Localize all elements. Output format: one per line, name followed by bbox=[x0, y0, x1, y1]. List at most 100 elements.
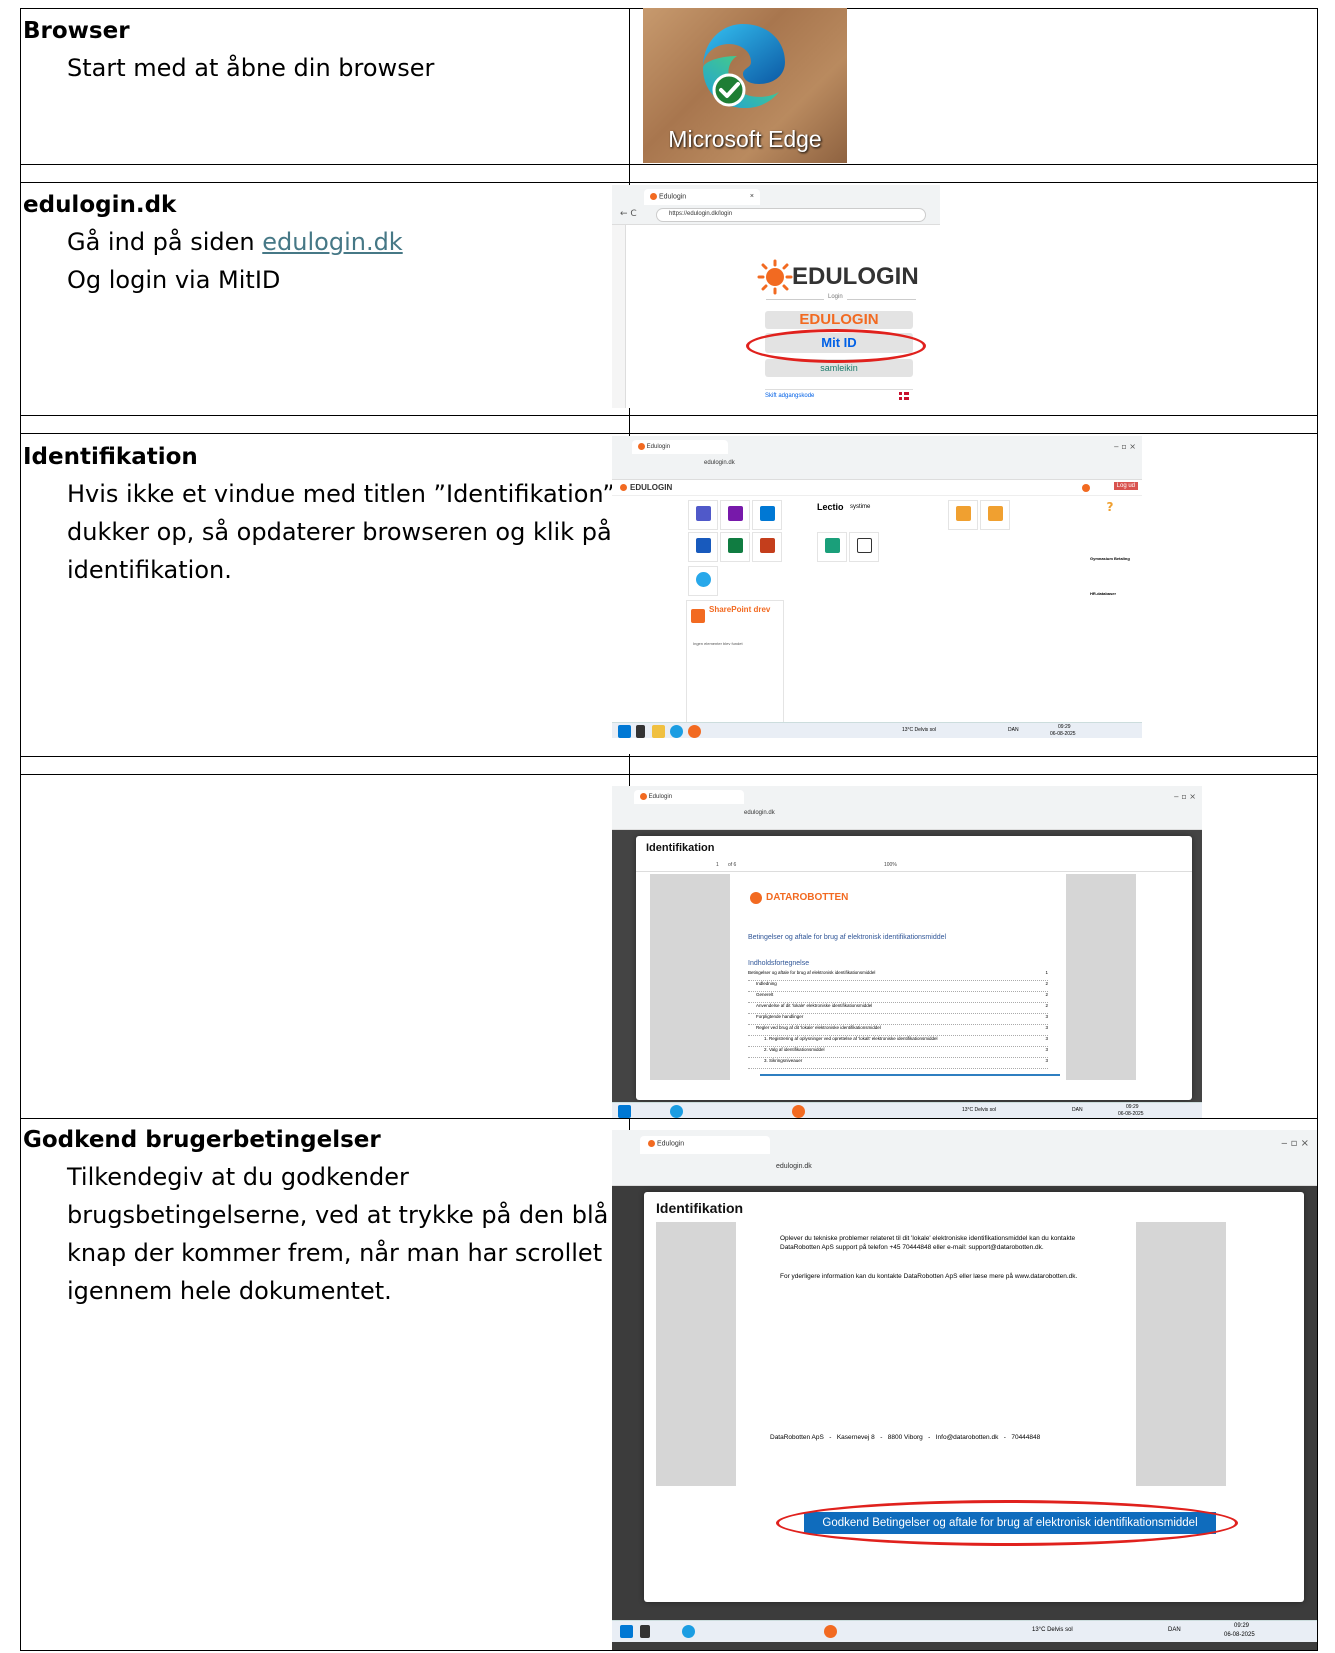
powerpoint-tile[interactable] bbox=[752, 532, 782, 562]
help-icon[interactable]: ? bbox=[1090, 500, 1130, 514]
window-controls-icon[interactable]: ‒ ▫ × bbox=[1174, 792, 1196, 801]
close-tab-icon[interactable]: × bbox=[750, 193, 754, 200]
lectio-tile[interactable]: Lectio bbox=[817, 502, 844, 512]
pdf-gutter-left bbox=[650, 874, 730, 1080]
edulogin-favicon bbox=[640, 793, 647, 800]
info-paragraph: For yderligere information kan du kontak… bbox=[780, 1273, 1078, 1280]
step-body-text: Og login via MitID bbox=[67, 266, 281, 294]
search-icon[interactable] bbox=[636, 725, 645, 738]
onedrive-tile[interactable] bbox=[688, 566, 718, 596]
step-title: Godkend brugerbetingelser bbox=[23, 1127, 381, 1153]
change-password-link[interactable]: Skift adgangskode bbox=[765, 393, 814, 399]
browser-tab[interactable]: Edulogin bbox=[640, 1136, 770, 1154]
outlook-tile[interactable] bbox=[752, 500, 782, 530]
search-icon[interactable] bbox=[640, 1625, 650, 1638]
accept-terms-screenshot: Edulogin edulogin.dk ‒ ▫ × Identifikatio… bbox=[612, 1130, 1317, 1650]
word-tile[interactable] bbox=[688, 532, 718, 562]
language-indicator[interactable]: DAN bbox=[1008, 727, 1019, 733]
firefox-icon[interactable] bbox=[792, 1105, 805, 1118]
toc-entry[interactable]: Betingelser og aftale for brug af elektr… bbox=[748, 970, 1048, 981]
gymnasium-betaling-link[interactable]: Gymnasium Betaling bbox=[1090, 556, 1130, 561]
identifikation-pdf-screenshot: Edulogin edulogin.dk ‒ ▫ × Identifikatio… bbox=[612, 786, 1202, 1118]
explorer-icon[interactable] bbox=[652, 725, 665, 738]
people-tile[interactable] bbox=[948, 500, 978, 530]
address-bar[interactable]: edulogin.dk bbox=[762, 1160, 1102, 1176]
step-body: Tilkendegiv at du godkender brugsbetinge… bbox=[67, 1163, 609, 1305]
logout-button[interactable]: Log ud bbox=[1113, 482, 1138, 490]
danish-flag-icon[interactable] bbox=[899, 392, 909, 400]
toc-entry-title: 2. Valg af identifikationsmiddel bbox=[764, 1047, 825, 1052]
start-icon[interactable] bbox=[620, 1625, 633, 1638]
edulogin-login-screenshot: Edulogin × ← C https://edulogin.dk/login… bbox=[612, 185, 940, 408]
language-indicator[interactable]: DAN bbox=[1072, 1107, 1083, 1113]
pdf-toolbar: 1 of 6 100% bbox=[636, 860, 1192, 872]
windows-taskbar: 13°C Delvis sol DAN 09:29 06-08-2025 bbox=[612, 1620, 1317, 1642]
window-controls-icon[interactable]: ‒ ▫ × bbox=[1114, 442, 1136, 451]
tab-title: Edulogin bbox=[646, 444, 671, 451]
toc-entry-title: Forpligtende handlinger bbox=[756, 1014, 804, 1019]
step-godkend: Godkend brugerbetingelser Tilkendegiv at… bbox=[23, 1124, 623, 1310]
toc-entry[interactable]: Generelt 2 bbox=[748, 992, 1048, 1003]
step-body: Gå ind på siden edulogin.dk Og login via… bbox=[23, 221, 623, 299]
window-controls-icon[interactable]: ‒ ▫ × bbox=[1281, 1138, 1309, 1149]
edulogin-login-button[interactable]: EDULOGIN bbox=[765, 311, 913, 329]
page-number-input[interactable]: 1 bbox=[716, 862, 719, 868]
address-bar[interactable]: https://edulogin.dk/login bbox=[656, 208, 926, 222]
edge-taskbar-icon[interactable] bbox=[670, 1105, 683, 1118]
address-bar[interactable]: edulogin.dk bbox=[732, 808, 1032, 821]
support-paragraph: Oplever du tekniske problemer relateret … bbox=[780, 1235, 1076, 1251]
address-bar[interactable]: edulogin.dk bbox=[692, 458, 992, 471]
firefox-icon[interactable] bbox=[824, 1625, 837, 1638]
company-footer: DataRobotten ApS - Kasernevej 8 - 8800 V… bbox=[770, 1434, 1041, 1441]
app-tile[interactable] bbox=[849, 532, 879, 562]
toc-entry-page: 3 bbox=[1043, 1036, 1048, 1041]
step-title: Identifikation bbox=[23, 444, 198, 470]
toc-entry[interactable]: 3. Sikringsniveauer 3 bbox=[748, 1058, 1048, 1069]
start-icon[interactable] bbox=[618, 725, 631, 738]
page-count: of 6 bbox=[728, 862, 737, 868]
sharepoint-card[interactable]: SharePoint drev Ingen elementer blev fun… bbox=[686, 600, 784, 724]
firefox-icon[interactable] bbox=[688, 725, 701, 738]
browser-tab[interactable]: Edulogin × bbox=[644, 189, 760, 205]
browser-tab[interactable]: Edulogin bbox=[632, 440, 728, 454]
footer-divider bbox=[765, 389, 913, 390]
toc-entry[interactable]: Indledning 2 bbox=[748, 981, 1048, 992]
weather-status[interactable]: 13°C Delvis sol bbox=[902, 727, 936, 733]
row-divider bbox=[21, 164, 1317, 165]
edge-taskbar-icon[interactable] bbox=[670, 725, 683, 738]
excel-tile[interactable] bbox=[720, 532, 750, 562]
sharepoint-label: SharePoint drev bbox=[709, 605, 771, 614]
toc-entry[interactable]: Regler ved brug af dit 'lokale' elektron… bbox=[748, 1025, 1048, 1036]
people-tile[interactable] bbox=[980, 500, 1010, 530]
systime-tile[interactable]: systime bbox=[850, 504, 870, 510]
toc-entry-page: 3 bbox=[1043, 1025, 1048, 1030]
app-tile[interactable] bbox=[817, 532, 847, 562]
teams-tile[interactable] bbox=[688, 500, 718, 530]
toc-entry-title: Anvendelse af dit 'lokale' elektroniske … bbox=[756, 1003, 873, 1008]
edge-taskbar-icon[interactable] bbox=[682, 1625, 695, 1638]
browser-tab[interactable]: Edulogin bbox=[634, 790, 744, 804]
microsoft-edge-icon bbox=[703, 24, 785, 108]
hr-databaser-link[interactable]: HR-databaser bbox=[1090, 591, 1130, 596]
edulogin-link[interactable]: edulogin.dk bbox=[262, 228, 402, 256]
windows-taskbar: 13°C Delvis sol DAN 09:29 06-08-2025 bbox=[612, 1102, 1202, 1118]
zoom-select[interactable]: 100% bbox=[884, 862, 897, 868]
start-icon[interactable] bbox=[618, 1105, 631, 1118]
toc-entry[interactable]: Anvendelse af dit 'lokale' elektroniske … bbox=[748, 1003, 1048, 1014]
toc-entry[interactable]: 2. Valg af identifikationsmiddel 3 bbox=[748, 1047, 1048, 1058]
nav-arrows-icon[interactable]: ← C bbox=[620, 209, 637, 219]
language-indicator[interactable]: DAN bbox=[1168, 1627, 1181, 1633]
notification-badge[interactable] bbox=[1082, 484, 1090, 492]
clock-time: 09:29 bbox=[1234, 1623, 1250, 1629]
weather-status[interactable]: 13°C Delvis sol bbox=[1032, 1627, 1073, 1633]
toc-entry[interactable]: Forpligtende handlinger 3 bbox=[748, 1014, 1048, 1025]
clock-time: 09:29 bbox=[1126, 1104, 1139, 1110]
clock-time: 09:29 bbox=[1058, 724, 1071, 730]
toc-entry-page: 3 bbox=[1043, 1047, 1048, 1052]
step-title: edulogin.dk bbox=[23, 192, 177, 218]
toc-entry[interactable]: 1. Registrering af oplysninger ved opret… bbox=[748, 1036, 1048, 1047]
weather-status[interactable]: 13°C Delvis sol bbox=[962, 1107, 996, 1113]
toc-heading: Indholdsfortegnelse bbox=[748, 960, 810, 967]
onenote-tile[interactable] bbox=[720, 500, 750, 530]
browser-chrome: Edulogin edulogin.dk ‒ ▫ × bbox=[612, 436, 1142, 480]
